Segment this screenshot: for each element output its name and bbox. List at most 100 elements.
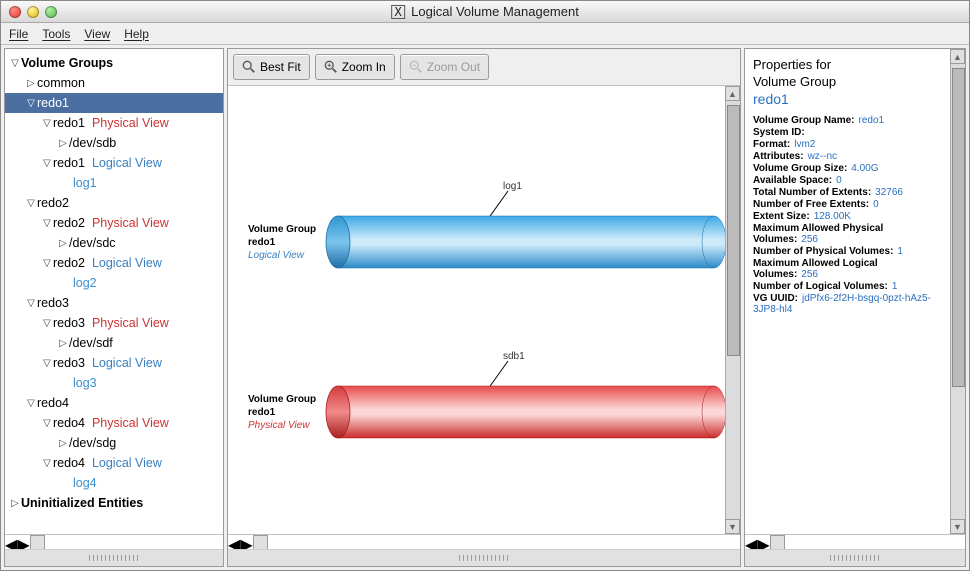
- menubar: File Tools View Help: [1, 23, 969, 45]
- tree-item-redo1[interactable]: ▽redo1: [5, 93, 223, 113]
- diagram-canvas[interactable]: log1 Volume Group redo1 Logical View: [228, 86, 725, 534]
- scroll-up-icon[interactable]: ▲: [950, 49, 965, 64]
- property-key: Extent Size:: [753, 211, 810, 222]
- property-row: Maximum Allowed Logical Volumes:256: [753, 258, 942, 280]
- tree-item-redo4-pview[interactable]: ▽redo4 Physical View: [5, 413, 223, 433]
- tree-item-redo1-pview[interactable]: ▽redo1 Physical View: [5, 113, 223, 133]
- tree-root[interactable]: ▽Volume Groups: [5, 53, 223, 73]
- property-value: 4.00G: [851, 163, 878, 174]
- app-window: X Logical Volume Management File Tools V…: [0, 0, 970, 571]
- property-row: System ID:: [753, 127, 942, 138]
- property-key: Volume Group Name:: [753, 115, 855, 126]
- tree-item-redo3[interactable]: ▽redo3: [5, 293, 223, 313]
- sidebar-hscroll[interactable]: ◀ ▶: [5, 534, 223, 549]
- scroll-right-icon[interactable]: ▶: [17, 535, 29, 549]
- zoom-out-button[interactable]: Zoom Out: [400, 54, 489, 80]
- tree-item-redo2-lv[interactable]: log2: [5, 273, 223, 293]
- titlebar[interactable]: X Logical Volume Management: [1, 1, 969, 23]
- property-key: Format:: [753, 139, 790, 150]
- property-value: 256: [801, 269, 818, 280]
- property-row: Volume Group Name:redo1: [753, 115, 942, 126]
- properties-panel: Properties for Volume Group redo1 Volume…: [744, 48, 966, 567]
- property-value: wz--nc: [808, 151, 837, 162]
- scroll-right-icon[interactable]: ▶: [757, 535, 769, 549]
- toolbar: Best Fit Zoom In Zoom Out: [228, 49, 740, 86]
- props-vscroll[interactable]: ▲ ▼: [950, 49, 965, 534]
- zoom-in-button[interactable]: Zoom In: [315, 54, 395, 80]
- scroll-up-icon[interactable]: ▲: [725, 86, 740, 101]
- tree-item-redo4[interactable]: ▽redo4: [5, 393, 223, 413]
- main-panel: Best Fit Zoom In Zoom Out log1: [227, 48, 741, 567]
- sidebar-panel: ▽Volume Groups ▷common ▽redo1 ▽redo1 Phy…: [4, 48, 224, 567]
- menu-file[interactable]: File: [9, 27, 28, 41]
- tree-item-redo4-pdev[interactable]: ▷/dev/sdg: [5, 433, 223, 453]
- tree-item-redo3-pdev[interactable]: ▷/dev/sdf: [5, 333, 223, 353]
- props-handle[interactable]: [745, 549, 965, 566]
- menu-tools[interactable]: Tools: [42, 27, 70, 41]
- property-row: Format: lvm2: [753, 139, 942, 150]
- property-key: Maximum Allowed Physical Volumes:: [753, 223, 883, 245]
- window-title: X Logical Volume Management: [391, 4, 579, 19]
- tree-item-redo1-pdev[interactable]: ▷/dev/sdb: [5, 133, 223, 153]
- workspace: ▽Volume Groups ▷common ▽redo1 ▽redo1 Phy…: [1, 45, 969, 570]
- window-controls: [1, 6, 57, 18]
- scroll-down-icon[interactable]: ▼: [725, 519, 740, 534]
- scroll-left-icon[interactable]: ◀: [5, 535, 17, 549]
- tree-item-redo4-lview[interactable]: ▽redo4 Logical View: [5, 453, 223, 473]
- property-row: Attributes: wz--nc: [753, 151, 942, 162]
- main-handle[interactable]: [228, 549, 740, 566]
- property-value: 1: [892, 281, 898, 292]
- property-row: Total Number of Extents:32766: [753, 187, 942, 198]
- tree-label: common: [37, 76, 85, 90]
- tree-uninit[interactable]: ▷Uninitialized Entities: [5, 493, 223, 513]
- property-value: 256: [801, 234, 818, 245]
- sidebar-handle[interactable]: [5, 549, 223, 566]
- menu-view[interactable]: View: [84, 27, 110, 41]
- magnify-minus-icon: [409, 60, 423, 74]
- scroll-left-icon[interactable]: ◀: [228, 535, 240, 549]
- property-row: Extent Size:128.00K: [753, 211, 942, 222]
- property-key: System ID:: [753, 127, 805, 138]
- callout-log1: log1: [503, 181, 522, 192]
- menu-help[interactable]: Help: [124, 27, 149, 41]
- property-value: lvm2: [794, 139, 815, 150]
- tree-item-redo2-lview[interactable]: ▽redo2 Logical View: [5, 253, 223, 273]
- magnify-fit-icon: [242, 60, 256, 74]
- property-key: Attributes:: [753, 151, 804, 162]
- tree-item-redo3-pview[interactable]: ▽redo3 Physical View: [5, 313, 223, 333]
- cylinder-physical[interactable]: Volume Group redo1 Physical View: [248, 386, 725, 438]
- tree-item-redo3-lview[interactable]: ▽redo3 Logical View: [5, 353, 223, 373]
- volume-tree[interactable]: ▽Volume Groups ▷common ▽redo1 ▽redo1 Phy…: [5, 49, 223, 534]
- close-icon[interactable]: [9, 6, 21, 18]
- x11-icon: X: [391, 5, 405, 19]
- property-row: Maximum Allowed Physical Volumes:256: [753, 223, 942, 245]
- tree-item-redo2-pdev[interactable]: ▷/dev/sdc: [5, 233, 223, 253]
- props-vgname: redo1: [753, 91, 942, 107]
- tree-item-common[interactable]: ▷common: [5, 73, 223, 93]
- tree-item-redo1-lv[interactable]: log1: [5, 173, 223, 193]
- property-row: Number of Physical Volumes:1: [753, 246, 942, 257]
- tree-item-redo2-pview[interactable]: ▽redo2 Physical View: [5, 213, 223, 233]
- tree-item-redo3-lv[interactable]: log3: [5, 373, 223, 393]
- tree-item-redo4-lv[interactable]: log4: [5, 473, 223, 493]
- property-key: Volume Group Size:: [753, 163, 847, 174]
- property-row: Number of Logical Volumes:1: [753, 281, 942, 292]
- cylinder-label: Volume Group redo1 Logical View: [248, 223, 326, 262]
- cylinder-logical[interactable]: Volume Group redo1 Logical View: [248, 216, 725, 268]
- scroll-left-icon[interactable]: ◀: [745, 535, 757, 549]
- window-title-text: Logical Volume Management: [411, 4, 579, 19]
- zoom-icon[interactable]: [45, 6, 57, 18]
- best-fit-button[interactable]: Best Fit: [233, 54, 310, 80]
- props-hscroll[interactable]: ◀ ▶: [745, 534, 965, 549]
- property-key: VG UUID:: [753, 293, 798, 304]
- tree-item-redo2[interactable]: ▽redo2: [5, 193, 223, 213]
- scroll-down-icon[interactable]: ▼: [950, 519, 965, 534]
- scroll-right-icon[interactable]: ▶: [240, 535, 252, 549]
- tree-item-redo1-lview[interactable]: ▽redo1 Logical View: [5, 153, 223, 173]
- property-value: 0: [873, 199, 879, 210]
- property-row: Volume Group Size: 4.00G: [753, 163, 942, 174]
- canvas-hscroll[interactable]: ◀ ▶: [228, 534, 740, 549]
- canvas-vscroll[interactable]: ▲ ▼: [725, 86, 740, 534]
- property-key: Total Number of Extents:: [753, 187, 871, 198]
- minimize-icon[interactable]: [27, 6, 39, 18]
